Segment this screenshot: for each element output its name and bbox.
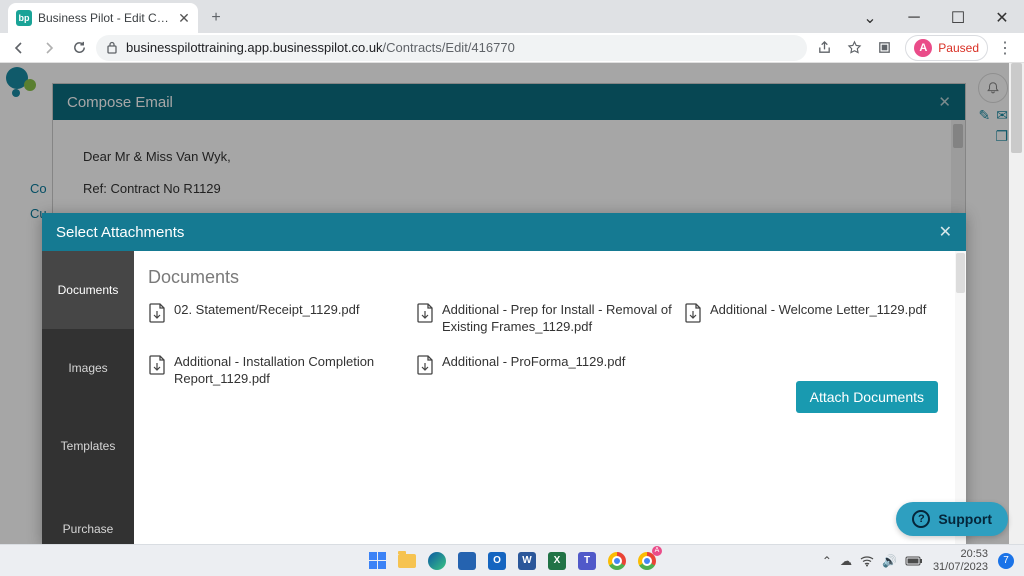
system-tray: ⌃ ☁ 🔊 20:53 31/07/2023 7 bbox=[822, 548, 1024, 572]
lock-icon bbox=[106, 41, 118, 54]
help-icon: ? bbox=[912, 510, 930, 528]
attachments-title: Select Attachments bbox=[56, 224, 184, 241]
window-chevron-icon[interactable]: ⌄ bbox=[848, 3, 892, 33]
support-button[interactable]: ? Support bbox=[896, 502, 1008, 536]
taskbar-apps: O W X T A bbox=[364, 548, 660, 574]
attachments-header: Select Attachments ✕ bbox=[42, 213, 966, 251]
outlook-icon[interactable]: O bbox=[484, 548, 510, 574]
taskbar: O W X T A ⌃ ☁ 🔊 20:53 31/07/2023 7 bbox=[0, 544, 1024, 576]
document-label: Additional - Welcome Letter_1129.pdf bbox=[710, 302, 926, 319]
tab-close-icon[interactable]: ✕ bbox=[178, 12, 190, 24]
document-label: Additional - Installation Completion Rep… bbox=[174, 354, 404, 388]
tray-chevron-icon[interactable]: ⌃ bbox=[822, 554, 832, 568]
toolbar: businesspilottraining.app.businesspilot.… bbox=[0, 33, 1024, 63]
pdf-icon bbox=[416, 355, 434, 375]
forward-button bbox=[36, 35, 62, 61]
pdf-icon bbox=[416, 303, 434, 323]
tab-purchase[interactable]: Purchase bbox=[42, 485, 134, 544]
modal-scrollbar[interactable] bbox=[955, 251, 966, 544]
browser-chrome: bp Business Pilot - Edit Contract ✕ + ⌄ … bbox=[0, 0, 1024, 63]
scroll-thumb[interactable] bbox=[1011, 63, 1022, 153]
attachments-body: Documents Images Templates Purchase Docu… bbox=[42, 251, 966, 544]
bookmark-icon[interactable] bbox=[841, 35, 867, 61]
attachments-main: Documents 02. Statement/Receipt_1129.pdf… bbox=[134, 251, 966, 544]
wifi-icon[interactable] bbox=[860, 555, 874, 567]
pdf-icon bbox=[684, 303, 702, 323]
pdf-icon bbox=[148, 303, 166, 323]
profile-status: Paused bbox=[938, 41, 979, 55]
document-grid: 02. Statement/Receipt_1129.pdf Additiona… bbox=[148, 302, 940, 388]
window-minimize-icon[interactable]: ─ bbox=[892, 3, 936, 33]
edge-icon[interactable] bbox=[424, 548, 450, 574]
document-label: Additional - ProForma_1129.pdf bbox=[442, 354, 625, 371]
chrome-icon[interactable] bbox=[604, 548, 630, 574]
back-button[interactable] bbox=[6, 35, 32, 61]
document-item[interactable]: Additional - Prep for Install - Removal … bbox=[416, 302, 672, 336]
store-icon[interactable] bbox=[454, 548, 480, 574]
clock-time: 20:53 bbox=[933, 548, 988, 560]
volume-icon[interactable]: 🔊 bbox=[882, 554, 897, 568]
document-label: Additional - Prep for Install - Removal … bbox=[442, 302, 672, 336]
avatar-icon: A bbox=[914, 39, 932, 57]
address-bar[interactable]: businesspilottraining.app.businesspilot.… bbox=[96, 35, 807, 61]
new-tab-button[interactable]: + bbox=[202, 4, 230, 32]
teams-icon[interactable]: T bbox=[574, 548, 600, 574]
document-label: 02. Statement/Receipt_1129.pdf bbox=[174, 302, 360, 319]
url-text: businesspilottraining.app.businesspilot.… bbox=[126, 40, 515, 55]
app-viewport: Co Cu ✎ ✉ ❐ Compose Email ✕ Dear Mr & Mi… bbox=[0, 63, 1024, 544]
clock[interactable]: 20:53 31/07/2023 bbox=[933, 548, 988, 572]
pdf-icon bbox=[148, 355, 166, 375]
start-button[interactable] bbox=[364, 548, 390, 574]
word-icon[interactable]: W bbox=[514, 548, 540, 574]
tab-title: Business Pilot - Edit Contract bbox=[38, 11, 172, 25]
viewport-scrollbar[interactable] bbox=[1009, 63, 1024, 544]
attachments-modal: Select Attachments ✕ Documents Images Te… bbox=[42, 213, 966, 544]
share-icon[interactable] bbox=[811, 35, 837, 61]
profile-badge[interactable]: A Paused bbox=[905, 35, 988, 61]
tab-images[interactable]: Images bbox=[42, 329, 134, 407]
tab-templates[interactable]: Templates bbox=[42, 407, 134, 485]
tab-favicon: bp bbox=[16, 10, 32, 26]
tab-documents[interactable]: Documents bbox=[42, 251, 134, 329]
section-title: Documents bbox=[148, 267, 940, 288]
document-item[interactable]: Additional - Welcome Letter_1129.pdf bbox=[684, 302, 940, 336]
battery-icon[interactable] bbox=[905, 556, 923, 566]
tab-strip: bp Business Pilot - Edit Contract ✕ + ⌄ … bbox=[0, 0, 1024, 33]
document-item[interactable]: Additional - Installation Completion Rep… bbox=[148, 354, 404, 388]
excel-icon[interactable]: X bbox=[544, 548, 570, 574]
window-close-icon[interactable]: ✕ bbox=[980, 3, 1024, 33]
window-controls: ⌄ ─ ☐ ✕ bbox=[848, 3, 1024, 33]
attachments-tabs: Documents Images Templates Purchase bbox=[42, 251, 134, 544]
clock-date: 31/07/2023 bbox=[933, 561, 988, 573]
document-item[interactable]: Additional - ProForma_1129.pdf bbox=[416, 354, 672, 388]
onedrive-icon[interactable]: ☁ bbox=[840, 554, 852, 568]
file-explorer-icon[interactable] bbox=[394, 548, 420, 574]
chrome-active-icon[interactable]: A bbox=[634, 548, 660, 574]
support-label: Support bbox=[938, 511, 992, 527]
document-item[interactable]: 02. Statement/Receipt_1129.pdf bbox=[148, 302, 404, 336]
reload-button[interactable] bbox=[66, 35, 92, 61]
attach-documents-button[interactable]: Attach Documents bbox=[796, 381, 938, 413]
browser-tab[interactable]: bp Business Pilot - Edit Contract ✕ bbox=[8, 3, 198, 33]
scroll-thumb[interactable] bbox=[956, 253, 965, 293]
attachments-close-icon[interactable]: ✕ bbox=[939, 222, 952, 242]
kebab-menu-icon[interactable]: ⋮ bbox=[992, 35, 1018, 61]
window-maximize-icon[interactable]: ☐ bbox=[936, 3, 980, 33]
notification-count[interactable]: 7 bbox=[998, 553, 1014, 569]
extension-icon[interactable] bbox=[871, 35, 897, 61]
